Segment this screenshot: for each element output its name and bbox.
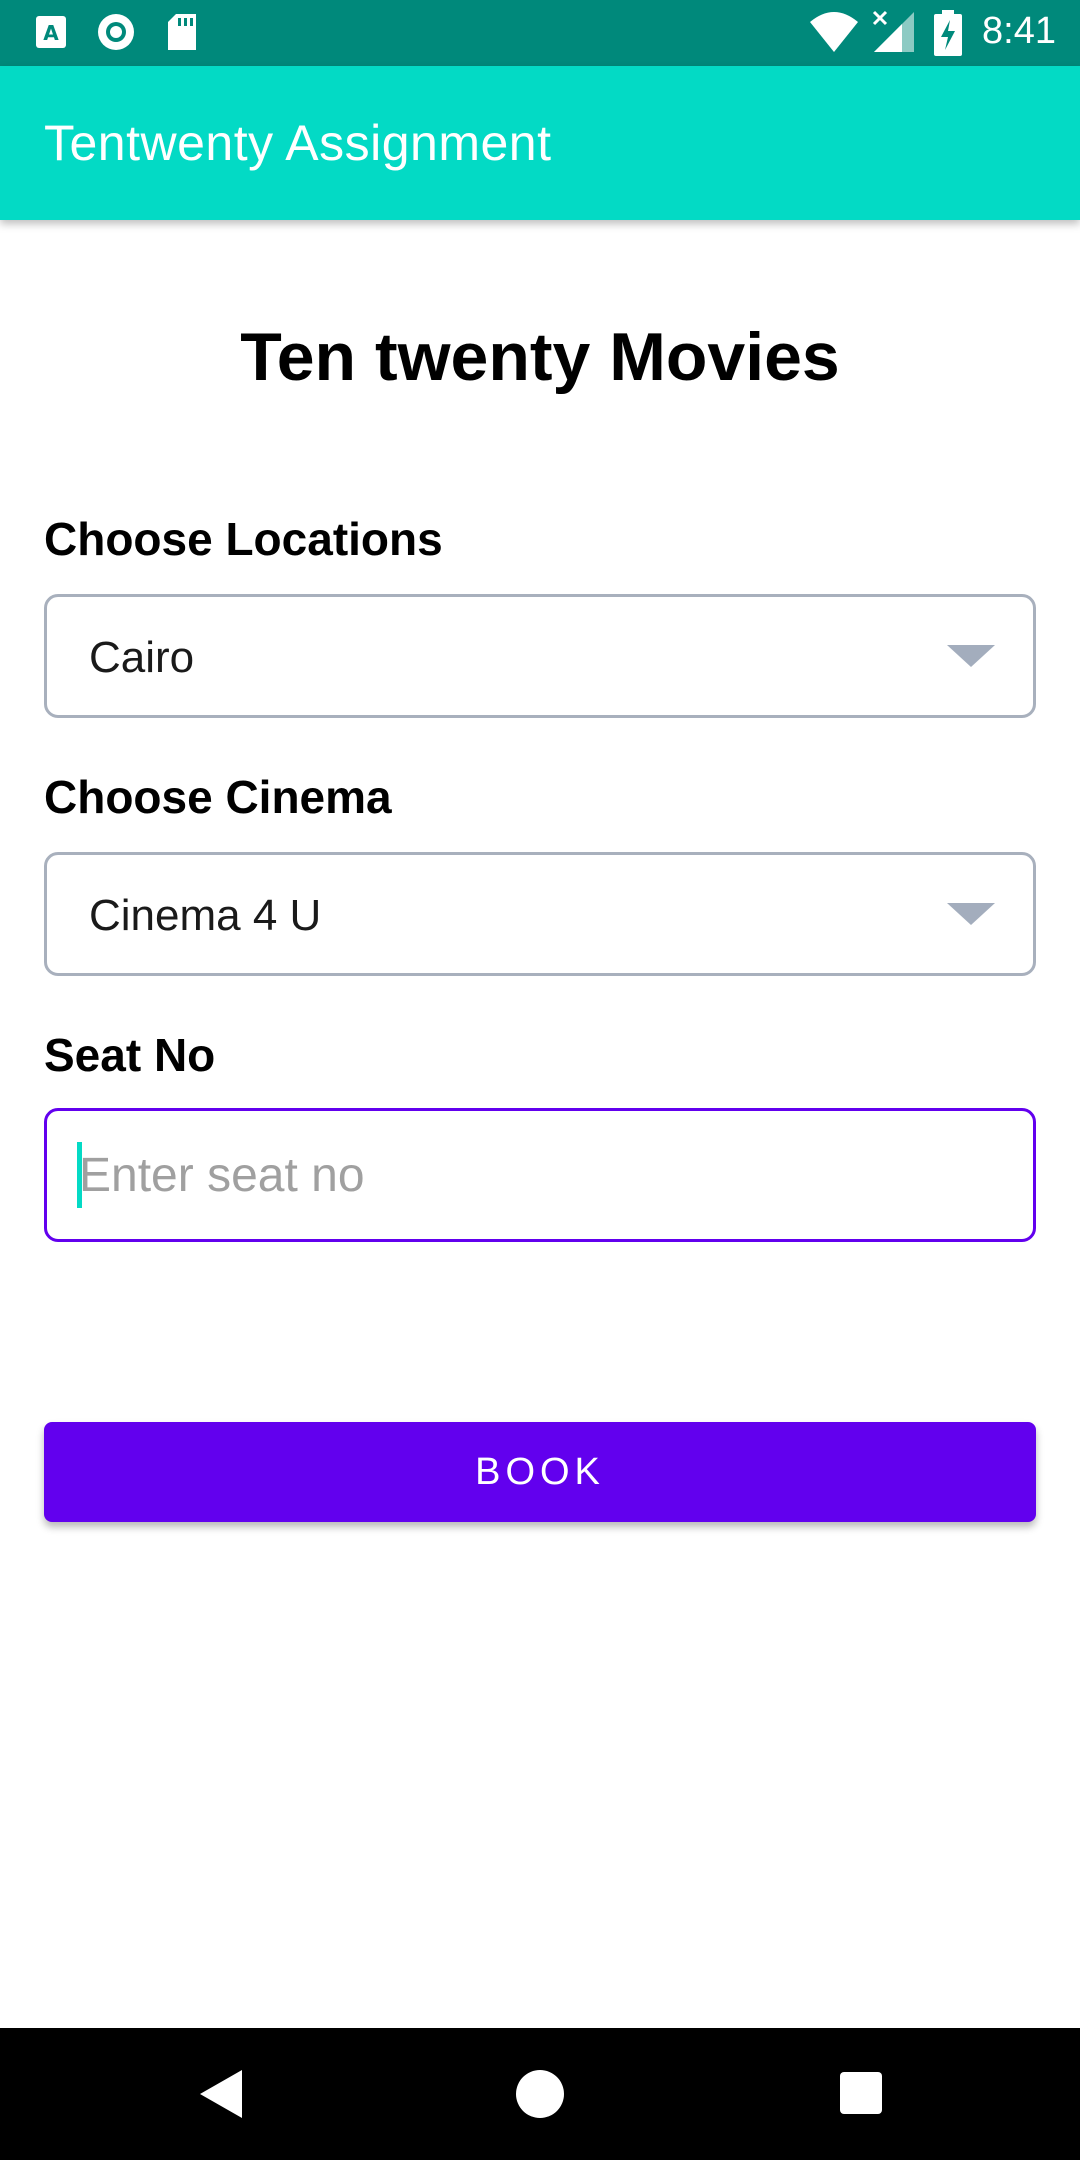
seat-input[interactable] — [44, 1108, 1036, 1242]
page-title: Ten twenty Movies — [240, 319, 840, 395]
clock: 8:41 — [982, 10, 1056, 52]
cinema-label: Choose Cinema — [44, 771, 392, 823]
cinema-selected-value: Cinema 4 U — [89, 891, 322, 940]
record-icon — [98, 14, 134, 50]
book-button[interactable]: BOOK — [44, 1422, 1036, 1522]
app-title: Tentwenty Assignment — [44, 115, 552, 171]
app-bar: Tentwenty Assignment — [0, 66, 1080, 220]
chevron-down-icon — [947, 903, 995, 925]
cinema-dropdown[interactable]: Cinema 4 U — [44, 852, 1036, 976]
location-label: Choose Locations — [44, 513, 443, 565]
wifi-icon — [810, 12, 858, 52]
sd-card-icon — [168, 14, 196, 50]
seat-label: Seat No — [44, 1029, 216, 1081]
location-selected-value: Cairo — [89, 633, 195, 682]
status-bar: A 8:41 — [0, 0, 1080, 66]
navigation-bar — [0, 2028, 1080, 2160]
battery-charging-icon — [934, 10, 962, 56]
recents-icon[interactable] — [840, 2072, 882, 2114]
font-icon: A — [36, 16, 66, 48]
text-cursor — [77, 1142, 82, 1208]
chevron-down-icon — [947, 645, 995, 667]
signal-icon — [872, 10, 914, 52]
location-dropdown[interactable]: Cairo — [44, 594, 1036, 718]
svg-text:A: A — [43, 21, 59, 45]
home-icon[interactable] — [516, 2070, 564, 2118]
back-icon[interactable] — [200, 2070, 242, 2118]
